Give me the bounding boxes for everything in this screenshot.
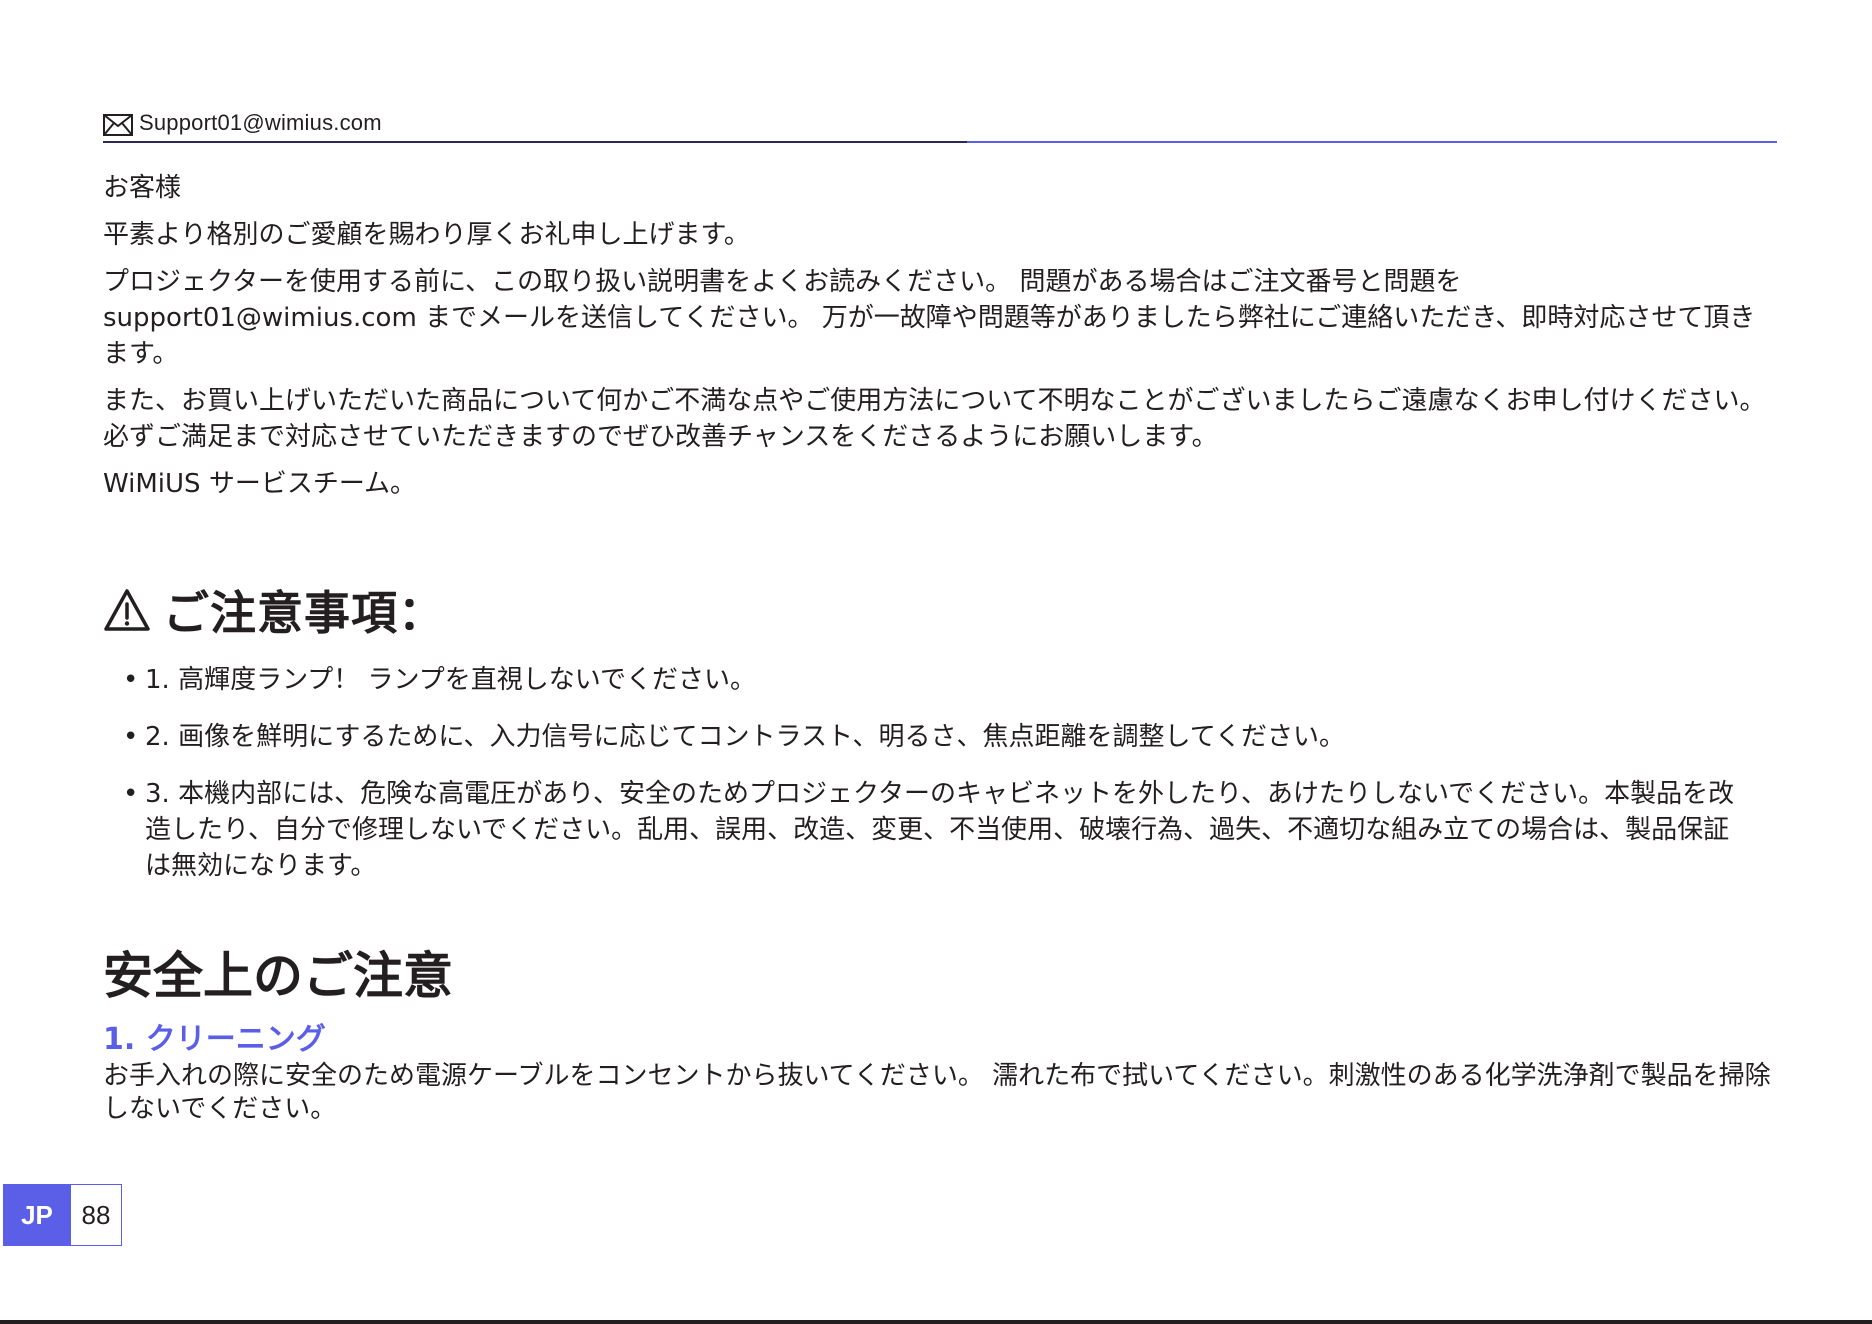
header: Support01@wimius.com: [103, 108, 1777, 144]
salutation: お客様: [103, 173, 182, 203]
manual-page: Support01@wimius.com お客様 平素より格別のご愛顧を賜わり厚…: [0, 0, 1872, 1324]
cleaning-title: 1. クリーニング: [103, 1022, 326, 1057]
greeting-line-2: プロジェクターを使用する前に、この取り扱い説明書をよくお読みください。 問題があ…: [103, 267, 1756, 369]
page-number: 88: [71, 1184, 122, 1246]
header-rule-accent: [967, 141, 1777, 143]
signature: WiMiUS サービスチーム。: [103, 469, 417, 499]
warning-icon: [104, 589, 150, 631]
mail-icon: [103, 114, 133, 136]
bullet-dot: •: [123, 722, 139, 752]
notice-item-2: 2. 画像を鮮明にするために、入力信号に応じてコントラスト、明るさ、焦点距離を調…: [145, 722, 1345, 752]
bullet-dot: •: [123, 779, 139, 809]
support-email[interactable]: Support01@wimius.com: [139, 110, 382, 136]
cleaning-text: お手入れの際に安全のため電源ケーブルをコンセントから抜いてください。 濡れた布で…: [103, 1061, 1771, 1124]
main-content: お客様 平素より格別のご愛顧を賜わり厚くお礼申し上げます。 プロジェクターを使用…: [103, 170, 1777, 1126]
bullet-dot: •: [123, 665, 139, 695]
greeting-line-3: また、お買い上げいただいた商品について何かご不満な点やご使用方法について不明なこ…: [103, 386, 1766, 452]
bottom-rule: [0, 1320, 1872, 1324]
list-item: • 2. 画像を鮮明にするために、入力信号に応じてコントラスト、明るさ、焦点距離…: [103, 719, 1745, 755]
safety-title: 安全上のご注意: [103, 947, 453, 1005]
notice-item-3: 3. 本機内部には、危険な高電圧があり、安全のためプロジェクターのキャビネットを…: [145, 779, 1735, 881]
greeting-line-1: 平素より格別のご愛顧を賜わり厚くお礼申し上げます。: [103, 220, 750, 250]
list-item: • 3. 本機内部には、危険な高電圧があり、安全のためプロジェクターのキャビネッ…: [103, 776, 1745, 884]
notice-title: ご注意事項：: [163, 586, 445, 640]
notice-heading: ご注意事項：: [103, 580, 1777, 640]
list-item: • 1. 高輝度ランプ！ ランプを直視しないでください。: [103, 662, 1745, 698]
notice-list: • 1. 高輝度ランプ！ ランプを直視しないでください。 • 2. 画像を鮮明に…: [103, 662, 1777, 884]
notice-item-1: 1. 高輝度ランプ！ ランプを直視しないでください。: [145, 665, 756, 695]
language-badge: JP: [3, 1184, 71, 1246]
header-rule-dark: [103, 141, 967, 143]
